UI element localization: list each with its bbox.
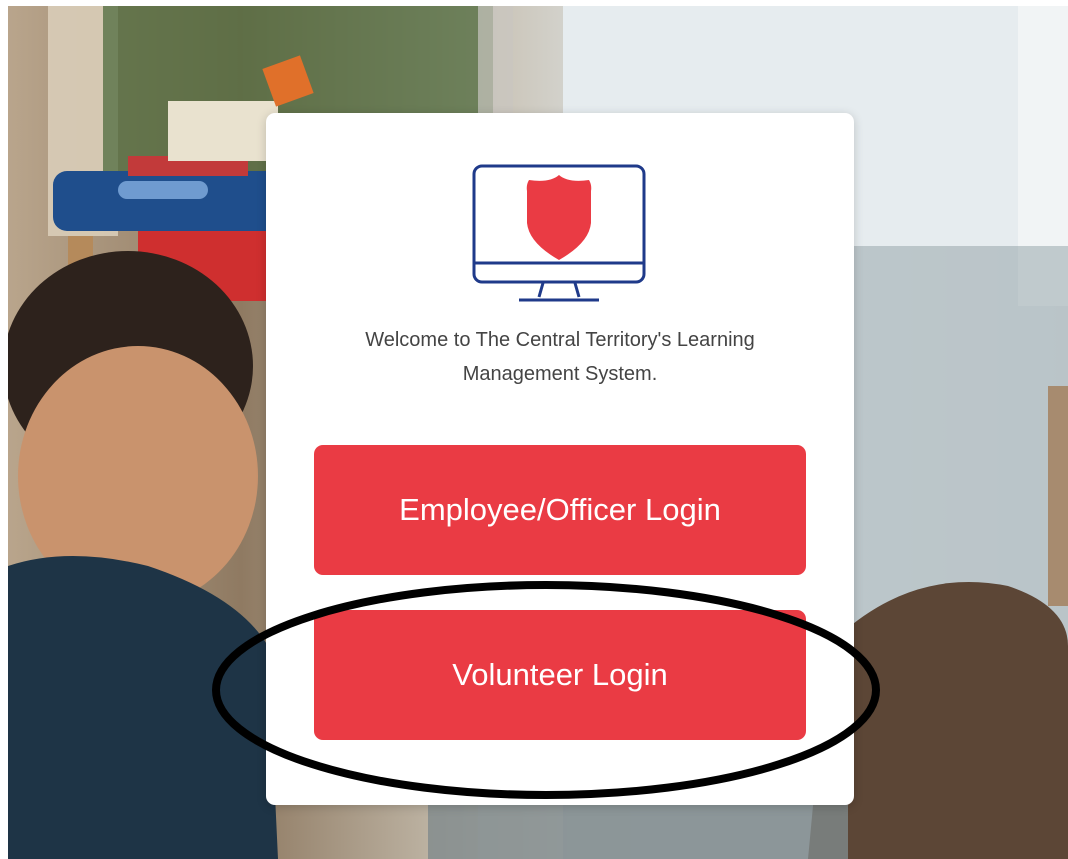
volunteer-login-button[interactable]: Volunteer Login [314,610,806,740]
computer-monitor-shield-icon [472,164,646,302]
welcome-message: Welcome to The Central Territory's Learn… [365,329,755,385]
login-card: Welcome to The Central Territory's Learn… [266,113,854,805]
page: Welcome to The Central Territory's Learn… [0,0,1068,859]
employee-officer-login-button[interactable]: Employee/Officer Login [314,445,806,575]
